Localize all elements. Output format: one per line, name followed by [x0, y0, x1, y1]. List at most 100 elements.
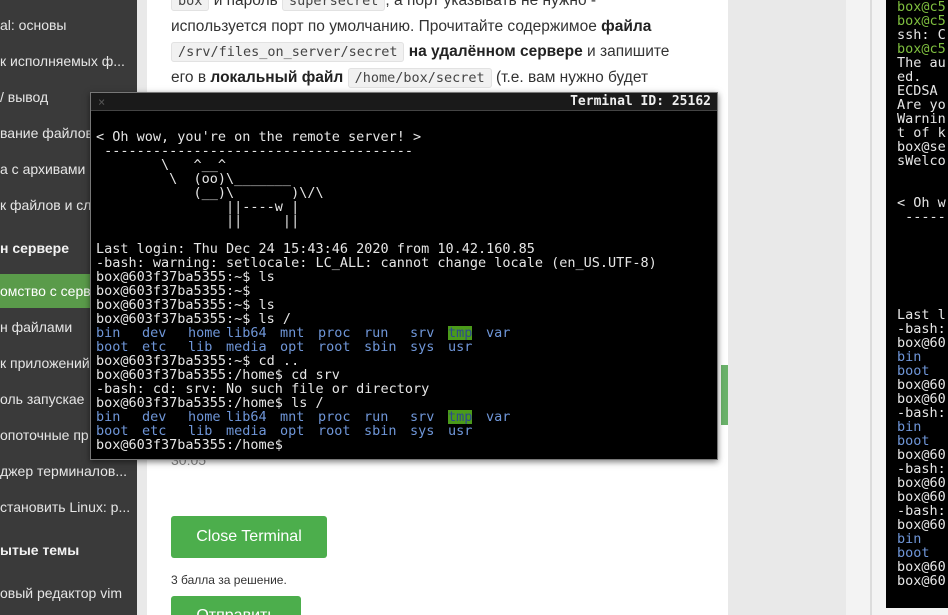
directory-entry: boot: [96, 423, 129, 439]
directory-entry: dev: [142, 409, 167, 425]
terminal-line: -bash: cd: srv: No such file or director…: [96, 381, 430, 397]
terminal-line: box@60: [897, 560, 946, 574]
terminal-line: ed.: [897, 70, 922, 84]
directory-entry: mnt: [280, 409, 305, 425]
lesson-bold-span: локальный файл: [210, 69, 344, 86]
page-gutter: [728, 0, 846, 615]
inline-code: /home/box/secret: [347, 68, 492, 88]
directory-entry: tmp: [448, 409, 473, 425]
terminal-line: -bash: warning: setlocale: LC_ALL: canno…: [96, 255, 657, 271]
directory-entry: media: [226, 423, 267, 439]
sidebar-section-header: ытые темы: [0, 542, 80, 558]
directory-entry: lib: [188, 423, 213, 439]
terminal-window[interactable]: × Terminal ID: 25162 < Oh wow, you're on…: [90, 92, 718, 460]
directory-entry: bin: [96, 325, 121, 341]
terminal-line: Last login: Thu Dec 24 15:43:46 2020 fro…: [96, 241, 535, 257]
directory-entry: dev: [142, 325, 167, 341]
terminal-line: Last l: [897, 308, 946, 322]
lesson-text-span: , а порт указывать не нужно -: [385, 0, 597, 9]
terminal-line: -bash:: [897, 406, 946, 420]
directory-entry: boot: [96, 339, 129, 355]
terminal-line: box@603f37ba5355:/home$: [96, 437, 283, 453]
terminal-line: box@603f37ba5355:~$ cd ..: [96, 353, 300, 369]
lesson-text-span: его в: [171, 69, 207, 86]
directory-entry: etc: [142, 339, 167, 355]
terminal-line: box@60: [897, 490, 946, 504]
terminal-line: -bash:: [897, 462, 946, 476]
terminal-line: box@60: [897, 518, 946, 532]
terminal-line: ||----w |: [96, 199, 300, 215]
directory-entry: opt: [280, 339, 305, 355]
directory-entry: mnt: [280, 325, 305, 341]
terminal-title: Terminal ID: 25162: [570, 94, 711, 109]
sidebar-item[interactable]: овый редактор vim: [0, 576, 137, 610]
lesson-line-3: его в локальный файл /home/box/secret (т…: [171, 65, 721, 91]
terminal-line: t of k: [897, 126, 946, 140]
lesson-text-span: и запишите: [587, 43, 670, 60]
background-terminal[interactable]: box@c5 box@c5 ssh: Cbox@c5 The au ed. ECDSA Ar…: [886, 0, 948, 608]
directory-entry: lib: [188, 339, 213, 355]
terminal-line: box@603f37ba5355:/home$ cd srv: [96, 367, 340, 383]
terminal-ls-row: bin dev home lib64 mnt proc run srv tmp var: [96, 410, 714, 424]
lesson-text-span: и пароль: [213, 0, 278, 9]
terminal-ls-row: bin dev home lib64 mnt proc run srv tmp var: [96, 326, 714, 340]
close-icon[interactable]: ×: [98, 95, 105, 109]
terminal-line: -----: [897, 210, 946, 224]
terminal-line: --------------------------------------: [96, 143, 413, 159]
lesson-text-span: (т.е. вам нужно будет: [495, 69, 649, 86]
terminal-line: Warnin: [897, 112, 946, 126]
terminal-line: \ ^__^: [96, 157, 227, 173]
terminal-line: -bash:: [897, 322, 946, 336]
inline-code: supersecret: [282, 0, 386, 11]
lesson-text-span: используется порт по умолчанию. Прочитай…: [171, 18, 597, 35]
terminal-line: sWelco: [897, 154, 946, 168]
directory-entry: usr: [448, 339, 473, 355]
terminal-line: box@60: [897, 574, 946, 588]
terminal-line: boot: [897, 546, 930, 560]
terminal-line: box@603f37ba5355:~$ ls: [96, 297, 275, 313]
terminal-line: box@60: [897, 476, 946, 490]
terminal-line: box@se: [897, 140, 946, 154]
terminal-line: bin: [897, 350, 922, 364]
terminal-line: box@60: [897, 336, 946, 350]
directory-entry: lib64: [226, 409, 267, 425]
terminal-line: box@603f37ba5355:/home$ ls /: [96, 395, 324, 411]
terminal-line: Are yo: [897, 98, 946, 112]
sidebar-item[interactable]: становить Linux: р...: [0, 490, 137, 524]
directory-entry: etc: [142, 423, 167, 439]
terminal-line: (__)\ )\/\: [96, 185, 324, 201]
terminal-line: box@60: [897, 448, 946, 462]
terminal-line: \ (oo)\_______: [96, 171, 292, 187]
terminal-line: box@c5: [897, 42, 946, 56]
terminal-line: ssh: C: [897, 28, 946, 42]
directory-entry: bin: [96, 409, 121, 425]
inline-code: box: [171, 0, 210, 11]
close-terminal-button[interactable]: Close Terminal: [171, 516, 327, 558]
directory-entry: var: [486, 409, 511, 425]
directory-entry: tmp: [448, 325, 473, 341]
terminal-line: box@60: [897, 392, 946, 406]
submit-button[interactable]: Отправить: [171, 596, 301, 615]
directory-entry: sys: [410, 339, 435, 355]
directory-entry: usr: [448, 423, 473, 439]
terminal-ls-row: boot etc lib media opt root sbin sys usr: [96, 340, 714, 354]
directory-entry: root: [318, 339, 351, 355]
terminal-line: box@603f37ba5355:~$ ls /: [96, 311, 292, 327]
terminal-titlebar[interactable]: × Terminal ID: 25162: [91, 93, 717, 111]
terminal-line: -bash:: [897, 504, 946, 518]
terminal-line: box@603f37ba5355:~$: [96, 283, 251, 299]
directory-entry: home: [188, 409, 221, 425]
directory-entry: sbin: [364, 423, 397, 439]
sidebar-item[interactable]: к исполняемых ф...: [0, 44, 137, 78]
terminal-line: The au: [897, 56, 946, 70]
sidebar-item[interactable]: al: основы: [0, 8, 137, 42]
terminal-line: < Oh wow, you're on the remote server! >: [96, 129, 422, 145]
terminal-output[interactable]: < Oh wow, you're on the remote server! >…: [96, 130, 714, 452]
terminal-line: bin: [897, 420, 922, 434]
directory-entry: media: [226, 339, 267, 355]
